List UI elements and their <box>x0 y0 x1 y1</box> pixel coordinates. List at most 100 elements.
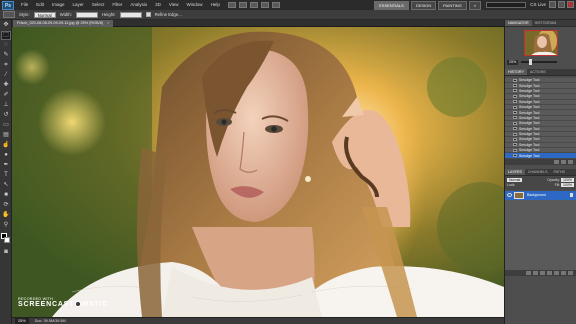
tool-preset-picker[interactable] <box>3 11 15 18</box>
new-snapshot-icon[interactable] <box>561 159 566 164</box>
menu-analysis[interactable]: Analysis <box>126 0 151 10</box>
workspace-more[interactable]: » <box>468 1 481 10</box>
tab-navigator[interactable]: NAVIGATOR <box>505 20 532 26</box>
3d-rotate-tool-icon[interactable]: ⟳ <box>1 201 11 210</box>
history-item-label: Smudge Tool <box>519 94 540 99</box>
slider-knob[interactable] <box>529 59 533 65</box>
brush-tool-icon[interactable]: ✐ <box>1 91 11 100</box>
history-item-label: Smudge Tool <box>519 142 540 147</box>
layers-tabs: LAYERS CHANNELS PATHS <box>505 168 576 176</box>
opacity-field[interactable]: 100% <box>561 177 574 182</box>
history-item-label: Smudge Tool <box>519 132 540 137</box>
search-input[interactable] <box>486 2 526 8</box>
history-item-label: Smudge Tool <box>519 78 540 83</box>
crop-tool-icon[interactable]: ⌗ <box>1 61 11 70</box>
quick-mask-icon[interactable]: ◙ <box>1 248 11 257</box>
new-document-from-state-icon[interactable] <box>554 159 559 164</box>
gradient-tool-icon[interactable]: ▤ <box>1 131 11 140</box>
eraser-tool-icon[interactable]: ▭ <box>1 121 11 130</box>
blend-mode-select[interactable]: Normal <box>507 177 523 182</box>
menu-filter[interactable]: Filter <box>108 0 126 10</box>
history-brush-tool-icon[interactable]: ↺ <box>1 111 11 120</box>
link-layers-icon[interactable] <box>526 270 531 275</box>
lasso-tool-icon[interactable]: ◌ <box>1 41 11 50</box>
menu-layer[interactable]: Layer <box>69 0 88 10</box>
navigator-preview[interactable] <box>523 30 558 56</box>
color-swatches[interactable] <box>1 233 11 245</box>
document-canvas[interactable]: RECORDED WITH SCREENCAST MATIC <box>12 27 504 317</box>
quick-select-tool-icon[interactable]: ✎ <box>1 51 11 60</box>
document-size[interactable]: Doc: 39.5M/39.5M <box>35 318 66 324</box>
shape-tool-icon[interactable]: ■ <box>1 191 11 200</box>
tab-history[interactable]: HISTORY <box>505 69 527 75</box>
maximize-icon[interactable] <box>558 1 565 8</box>
layer-row-background[interactable]: Background <box>505 190 576 200</box>
background-color-swatch[interactable] <box>4 237 10 243</box>
menu-view[interactable]: View <box>165 0 183 10</box>
tools-panel: ✥ ⬚ ◌ ✎ ⌗ ⁄ ✚ ✐ ⊥ ↺ ▭ ▤ ☝ ● ✒ T ↖ ■ ⟳ ✋ … <box>0 20 12 324</box>
navigator-zoom-slider[interactable] <box>521 59 558 65</box>
zoom-tool-icon[interactable]: ⚲ <box>1 221 11 230</box>
menu-help[interactable]: Help <box>207 0 224 10</box>
tab-histogram[interactable]: HISTOGRAM <box>532 20 560 26</box>
visibility-eye-icon[interactable] <box>507 193 512 198</box>
close-document-icon[interactable]: × <box>107 21 109 25</box>
style-select[interactable]: Normal <box>33 11 56 18</box>
fill-field[interactable]: 100% <box>561 182 574 187</box>
document-tab[interactable]: Frisch_020-08-08-09-09-09-11.jpg @ 25% (… <box>13 20 114 27</box>
antialias-checkbox[interactable] <box>145 12 151 17</box>
cs-live-button[interactable]: CS Live <box>530 1 546 9</box>
menu-select[interactable]: Select <box>88 0 109 10</box>
screen-mode-icon[interactable] <box>271 2 280 8</box>
layers-footer <box>505 269 576 276</box>
close-icon[interactable] <box>567 1 574 8</box>
smudge-tool-icon[interactable]: ☝ <box>1 141 11 150</box>
zoom-level-icon[interactable] <box>249 2 258 8</box>
healing-brush-tool-icon[interactable]: ✚ <box>1 81 11 90</box>
workspace-painting[interactable]: PAINTING <box>438 1 467 10</box>
workspace-design[interactable]: DESIGN <box>410 1 437 10</box>
clone-stamp-tool-icon[interactable]: ⊥ <box>1 101 11 110</box>
minibridge-icon[interactable] <box>238 2 247 8</box>
trash-icon[interactable] <box>568 159 573 164</box>
eyedropper-tool-icon[interactable]: ⁄ <box>1 71 11 80</box>
layer-mask-icon[interactable] <box>540 270 545 275</box>
tab-channels[interactable]: CHANNELS <box>525 169 551 175</box>
watermark-brand: SCREENCAST MATIC <box>18 301 108 308</box>
menu-bar: Ps File Edit Image Layer Select Filter A… <box>0 0 576 10</box>
watermark-brand-part1: SCREENCAST <box>18 301 75 308</box>
dodge-tool-icon[interactable]: ● <box>1 151 11 160</box>
marquee-tool-icon[interactable]: ⬚ <box>1 31 11 40</box>
refine-edge-button[interactable]: Refine Edge... <box>155 12 182 17</box>
zoom-level[interactable]: 25% <box>15 318 29 324</box>
history-item-label: Smudge Tool <box>519 105 540 110</box>
new-group-icon[interactable] <box>554 270 559 275</box>
new-layer-icon[interactable] <box>561 270 566 275</box>
path-select-tool-icon[interactable]: ↖ <box>1 181 11 190</box>
navigator-zoom-value[interactable]: 25% <box>507 59 519 65</box>
height-field[interactable] <box>119 11 142 18</box>
smudge-history-icon <box>513 111 517 115</box>
minimize-icon[interactable] <box>549 1 556 8</box>
delete-layer-icon[interactable] <box>568 270 573 275</box>
tab-layers[interactable]: LAYERS <box>505 168 525 175</box>
bridge-icon[interactable] <box>227 2 236 8</box>
menu-window[interactable]: Window <box>183 0 207 10</box>
width-field[interactable] <box>75 11 98 18</box>
pen-tool-icon[interactable]: ✒ <box>1 161 11 170</box>
workspace-essentials[interactable]: ESSENTIALS <box>374 1 409 10</box>
type-tool-icon[interactable]: T <box>1 171 11 180</box>
tab-actions[interactable]: ACTIONS <box>527 69 549 75</box>
menu-file[interactable]: File <box>17 0 32 10</box>
tab-paths[interactable]: PATHS <box>551 169 568 175</box>
menu-image[interactable]: Image <box>48 0 69 10</box>
arrange-documents-icon[interactable] <box>260 2 269 8</box>
adjustment-layer-icon[interactable] <box>547 270 552 275</box>
hand-tool-icon[interactable]: ✋ <box>1 211 11 220</box>
menu-edit[interactable]: Edit <box>32 0 48 10</box>
move-tool-icon[interactable]: ✥ <box>1 21 11 30</box>
width-label: Width: <box>59 12 72 17</box>
menu-3d[interactable]: 3D <box>151 0 165 10</box>
document-tab-title: Frisch_020-08-08-09-09-09-11.jpg @ 25% (… <box>17 21 104 25</box>
layer-style-icon[interactable] <box>533 270 538 275</box>
